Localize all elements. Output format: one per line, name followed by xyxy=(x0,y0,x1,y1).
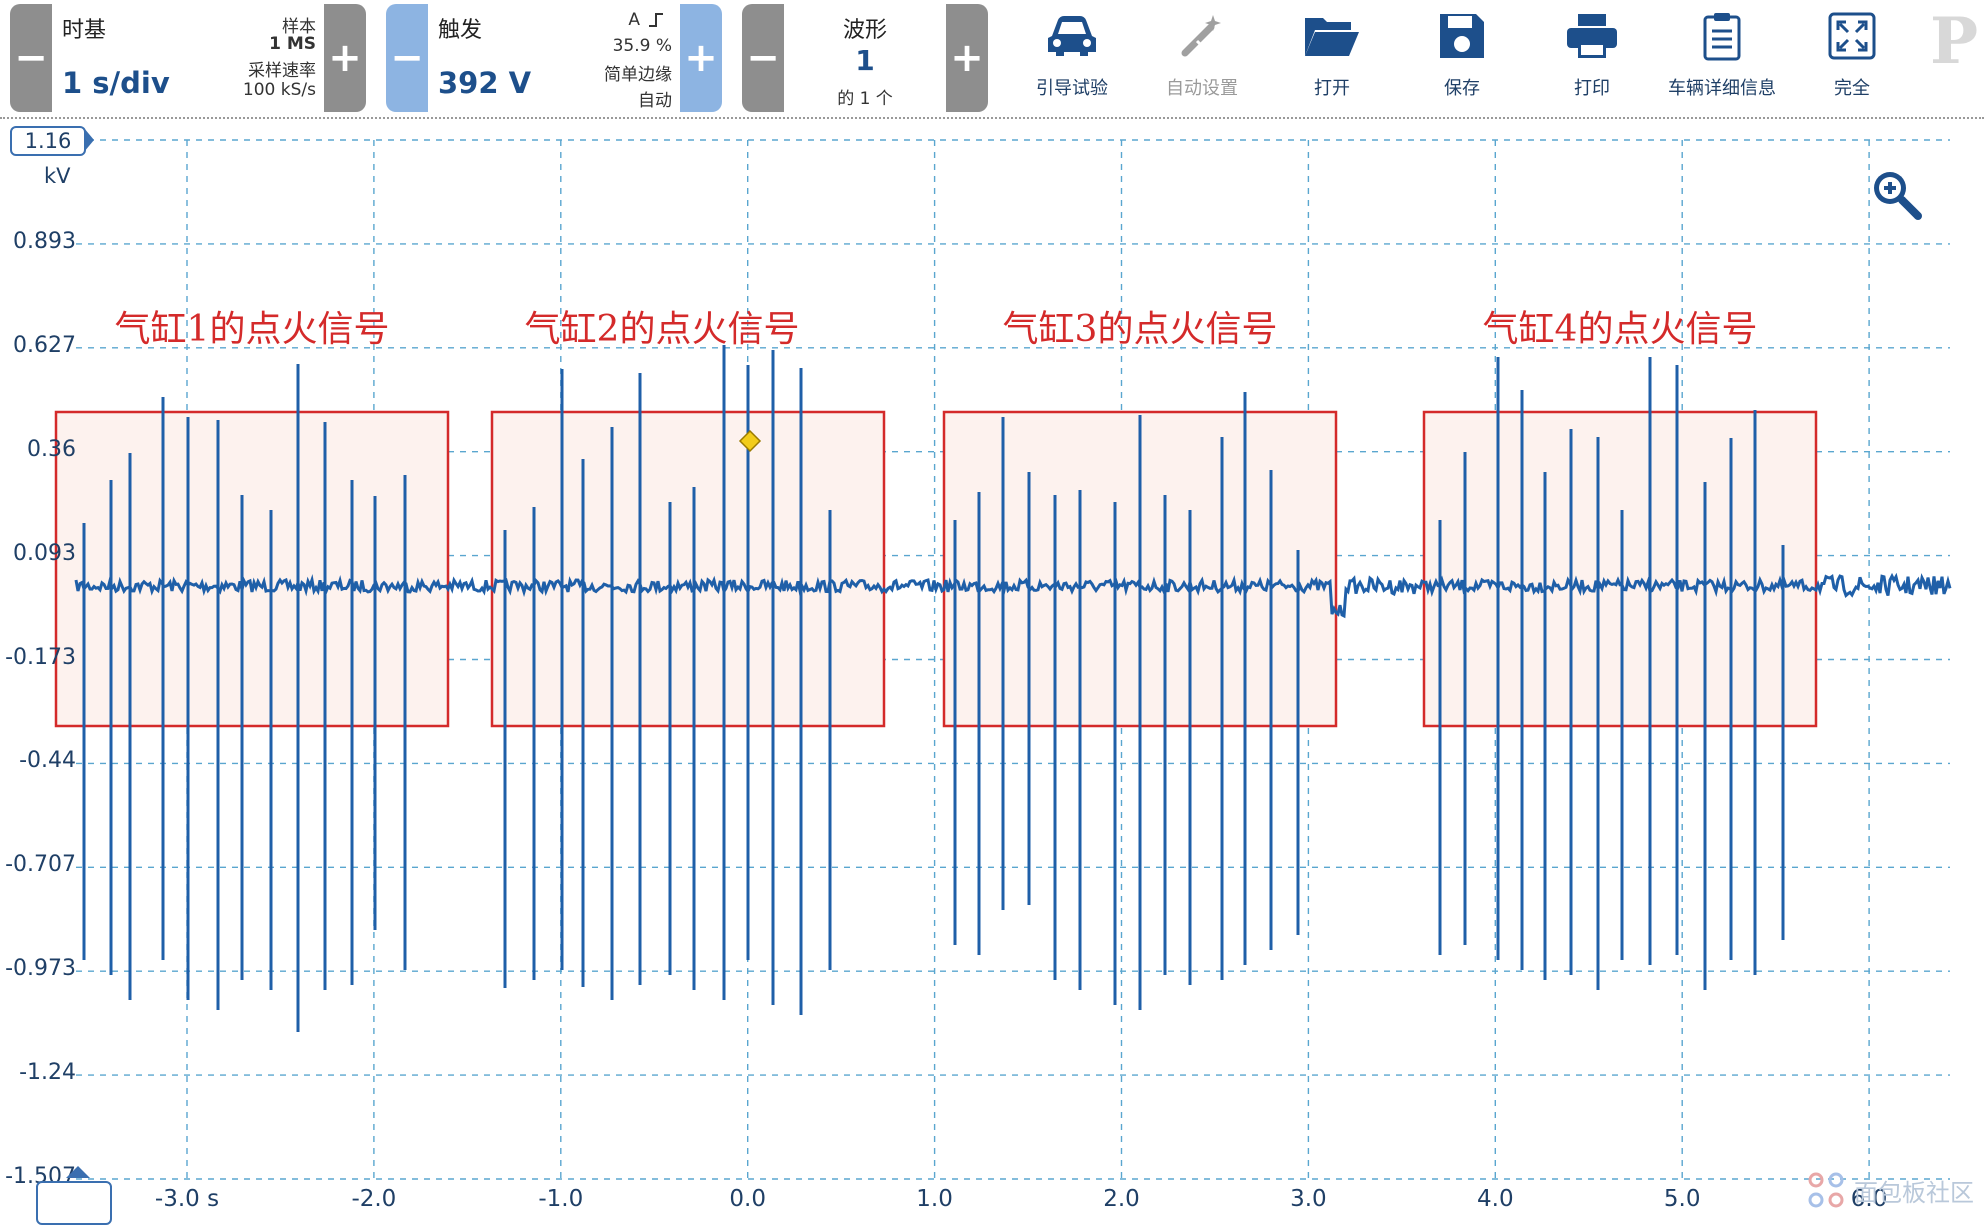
cylinder-3-label: 气缸3的点火信号 xyxy=(1002,309,1278,350)
vehicle-details-label: 车辆详细信息 xyxy=(1668,78,1776,99)
magnifier-plus-icon xyxy=(1874,172,1922,220)
print-button[interactable]: 打印 xyxy=(1532,0,1652,112)
guided-test-label: 引导试验 xyxy=(1036,78,1108,99)
waveform-previous-button[interactable]: − xyxy=(742,4,784,112)
waveform-label: 波形 xyxy=(842,18,887,43)
trigger-control: − 触发 392 V A 35.9 % 简单边缘 自动 + xyxy=(386,4,722,112)
cylinder-4-label: 气缸4的点火信号 xyxy=(1482,309,1758,350)
y-tick-label: 0.093 xyxy=(13,540,76,566)
auto-setup-button[interactable]: 自动设置 xyxy=(1142,0,1262,112)
cylinder-2-label: 气缸2的点火信号 xyxy=(524,309,800,350)
app-logo: P xyxy=(1930,4,1979,79)
timebase-label: 时基 xyxy=(62,18,107,43)
cylinder-2-box xyxy=(490,410,886,728)
timebase-control: − 时基 1 s/div 样本 1 MS 采样速率 100 kS/s + xyxy=(10,4,366,112)
waveform-count: 的 1 个 xyxy=(837,89,893,109)
trigger-decrease-button[interactable]: − xyxy=(386,4,428,112)
fullscreen-button[interactable]: 完全 xyxy=(1792,0,1912,112)
x-tick-label: 3.0 xyxy=(1290,1186,1327,1212)
x-tick-label: 1.0 xyxy=(916,1186,953,1212)
guided-test-button[interactable]: 引导试验 xyxy=(1012,0,1132,112)
clipboard-icon xyxy=(1692,6,1752,66)
waveform-control: − 波形 1 的 1 个 + xyxy=(742,4,988,112)
x-axis-handle-arrow xyxy=(66,1166,90,1178)
annotation-boxes xyxy=(54,410,1818,728)
print-label: 打印 xyxy=(1574,78,1610,99)
watermark-text: 面包板社区 xyxy=(1854,1178,1974,1207)
trigger-type: 简单边缘 xyxy=(604,65,672,85)
y-tick-label: -0.707 xyxy=(5,852,76,878)
trigger-panel[interactable]: 触发 392 V A 35.9 % 简单边缘 自动 xyxy=(428,4,680,112)
watermark-logo-icon xyxy=(1808,1172,1844,1208)
save-label: 保存 xyxy=(1444,78,1480,99)
folder-open-icon xyxy=(1302,6,1362,66)
y-axis-unit: kV xyxy=(44,164,71,188)
cylinder-4-box xyxy=(1422,410,1818,728)
trigger-channel: A xyxy=(628,10,640,30)
x-tick-label: 4.0 xyxy=(1477,1186,1514,1212)
x-tick-label: 5.0 xyxy=(1663,1186,1701,1212)
fullscreen-label: 完全 xyxy=(1834,78,1870,99)
waveform-number: 1 xyxy=(855,44,875,77)
trigger-label: 触发 xyxy=(438,18,483,43)
y-axis-max-handle[interactable]: 1.16 xyxy=(10,126,86,156)
waveform-panel[interactable]: 波形 1 的 1 个 xyxy=(784,4,946,112)
sample-rate-label: 采样速率 xyxy=(248,61,316,81)
vehicle-details-button[interactable]: 车辆详细信息 xyxy=(1662,0,1782,112)
timebase-value: 1 s/div xyxy=(62,66,170,100)
y-axis-max-arrow xyxy=(84,128,94,152)
waveform-next-button[interactable]: + xyxy=(946,4,988,112)
toolbar: − 时基 1 s/div 样本 1 MS 采样速率 100 kS/s + − 触… xyxy=(0,0,1984,118)
zoom-button[interactable] xyxy=(1868,166,1924,222)
watermark: 面包板社区 xyxy=(1806,1166,1984,1214)
x-tick-label: -2.0 xyxy=(351,1186,397,1212)
y-tick-label: 0.893 xyxy=(13,228,76,254)
trigger-value: 392 V xyxy=(438,66,532,100)
open-label: 打开 xyxy=(1314,78,1350,99)
y-tick-label: 0.36 xyxy=(27,436,76,462)
y-tick-label: -0.44 xyxy=(19,748,76,774)
rising-edge-icon xyxy=(649,13,663,27)
save-button[interactable]: 保存 xyxy=(1402,0,1522,112)
y-tick-label: -0.173 xyxy=(5,644,76,670)
trigger-mode: 自动 xyxy=(638,91,672,111)
floppy-disk-icon xyxy=(1432,6,1492,66)
x-axis-handle[interactable] xyxy=(36,1181,112,1225)
auto-setup-label: 自动设置 xyxy=(1166,78,1238,99)
cylinder-1-box xyxy=(54,410,450,728)
timebase-decrease-button[interactable]: − xyxy=(10,4,52,112)
car-icon xyxy=(1042,6,1102,66)
scope-plot[interactable] xyxy=(0,120,1984,1217)
sample-rate-value: 100 kS/s xyxy=(242,80,316,100)
open-button[interactable]: 打开 xyxy=(1272,0,1392,112)
cylinder-1-label: 气缸1的点火信号 xyxy=(114,309,390,350)
x-tick-label: 0.0 xyxy=(729,1186,766,1212)
x-tick-label: -3.0 s xyxy=(154,1186,220,1212)
toolbar-divider xyxy=(0,117,1984,119)
x-tick-label: 2.0 xyxy=(1103,1186,1140,1212)
x-tick-label: -1.0 xyxy=(538,1186,584,1212)
trigger-percent: 35.9 % xyxy=(612,36,672,56)
printer-icon xyxy=(1562,6,1622,66)
trigger-increase-button[interactable]: + xyxy=(680,4,722,112)
y-tick-label: -0.973 xyxy=(5,956,76,982)
samples-value: 1 MS xyxy=(269,34,316,54)
wand-icon xyxy=(1172,6,1232,66)
timebase-panel[interactable]: 时基 1 s/div 样本 1 MS 采样速率 100 kS/s xyxy=(52,4,324,112)
timebase-increase-button[interactable]: + xyxy=(324,4,366,112)
y-tick-label: -1.24 xyxy=(19,1060,76,1086)
fullscreen-icon xyxy=(1822,6,1882,66)
